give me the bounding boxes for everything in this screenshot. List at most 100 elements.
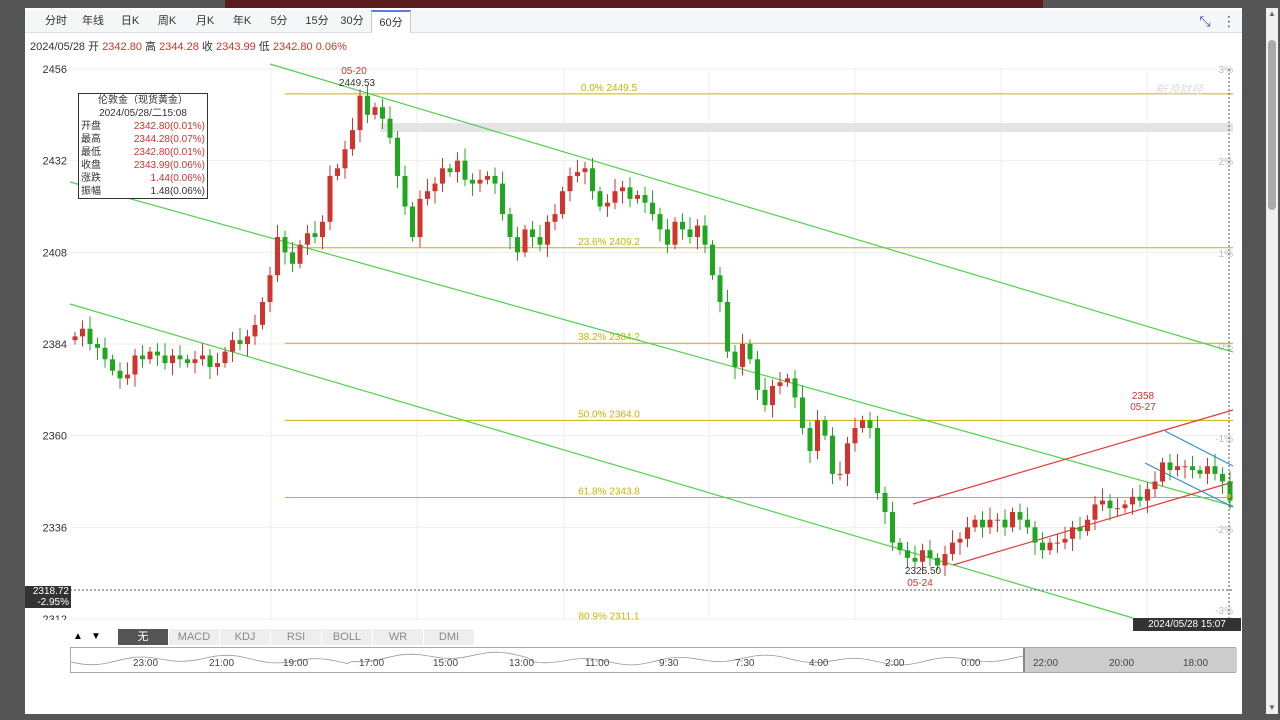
top-background bbox=[0, 0, 1280, 8]
indicator-6[interactable]: WR bbox=[373, 629, 424, 645]
indicator-7[interactable]: DMI bbox=[424, 629, 475, 645]
fib-level-label: 80.9% 2311.1 bbox=[579, 611, 640, 620]
indicator-1[interactable]: 无 bbox=[118, 629, 169, 645]
tooltip-row: 振幅 1.48(0.06%) bbox=[79, 185, 207, 198]
candle bbox=[522, 224, 528, 257]
navigator-time-label: 21:00 bbox=[209, 658, 235, 669]
tooltip-key: 开盘 bbox=[81, 121, 101, 132]
candle bbox=[237, 327, 243, 351]
tooltip-value: 2342.80(0.01%) bbox=[133, 147, 205, 158]
high-price-label: 2449.53 bbox=[339, 78, 376, 89]
tooltip-row: 最低 2342.80(0.01%) bbox=[79, 146, 207, 159]
scroll-up-icon[interactable]: ▲ bbox=[1266, 8, 1278, 20]
candle bbox=[1092, 496, 1098, 531]
candle bbox=[117, 362, 123, 389]
navigator-time-label: 2:00 bbox=[885, 658, 905, 669]
candle bbox=[1085, 515, 1090, 536]
indicator-2[interactable]: MACD bbox=[169, 629, 220, 645]
candle bbox=[537, 224, 543, 252]
candle bbox=[860, 415, 865, 433]
navigator-time-label: 4:00 bbox=[809, 658, 829, 669]
banner-strip bbox=[225, 0, 1043, 8]
candle bbox=[710, 240, 715, 280]
navigator-time-label: 22:00 bbox=[1033, 658, 1059, 669]
navigator-time-label: 0:00 bbox=[961, 658, 981, 669]
y-tick-label: 2432 bbox=[43, 156, 67, 168]
low-date-label: 05-24 bbox=[907, 578, 933, 589]
candle bbox=[927, 539, 933, 567]
y-tick-label: 2408 bbox=[43, 247, 67, 259]
candle bbox=[687, 217, 693, 244]
candle bbox=[1137, 484, 1143, 508]
zoom-down-arrow-icon[interactable]: ▼ bbox=[88, 629, 104, 645]
candle bbox=[980, 511, 985, 538]
candle bbox=[770, 379, 775, 418]
candle bbox=[1002, 509, 1008, 536]
high-date-label: 05-20 bbox=[341, 66, 367, 77]
indicator-5[interactable]: BOLL bbox=[322, 629, 373, 645]
cursor-time-tag: 2024/05/28 15:07 bbox=[1133, 618, 1241, 631]
candle bbox=[590, 157, 595, 200]
ohlc-tooltip: 伦敦金（现货黄金） 2024/05/28/二15:08 开盘 2342.80(0.… bbox=[78, 93, 208, 199]
candle bbox=[530, 221, 535, 248]
pct-tick-label: 2% bbox=[1219, 157, 1234, 168]
candle bbox=[680, 213, 685, 240]
fib-level-label: 23.6% 2409.2 bbox=[578, 237, 640, 248]
candle bbox=[312, 221, 318, 244]
indicator-3[interactable]: KDJ bbox=[220, 629, 271, 645]
candle bbox=[275, 224, 280, 282]
pct-tick-label: -1% bbox=[1215, 434, 1233, 445]
candle bbox=[1100, 488, 1105, 511]
tooltip-key: 振幅 bbox=[81, 186, 101, 197]
pct-tick-label: 3% bbox=[1219, 65, 1234, 76]
zoom-up-arrow-icon[interactable]: ▲ bbox=[70, 629, 86, 645]
candle bbox=[732, 345, 738, 380]
candle bbox=[800, 385, 805, 435]
candle bbox=[132, 348, 138, 387]
cursor-pct: -2.95% bbox=[37, 597, 69, 608]
candle bbox=[470, 173, 475, 196]
candle bbox=[815, 410, 820, 460]
pct-tick-label: -2% bbox=[1215, 525, 1233, 536]
x-tick-label: 2024/5/24 bbox=[833, 619, 882, 620]
candle bbox=[995, 513, 1000, 532]
candle bbox=[185, 354, 190, 368]
x-tick-label: 2024/5/18 bbox=[250, 619, 299, 620]
candle bbox=[777, 371, 783, 395]
candle bbox=[215, 352, 220, 376]
candle bbox=[867, 411, 873, 439]
navigator-time-label: 11:00 bbox=[585, 658, 610, 669]
scroll-down-icon[interactable]: ▼ bbox=[1266, 702, 1278, 714]
candle bbox=[140, 345, 145, 368]
fib-level-label: 61.8% 2343.8 bbox=[578, 487, 640, 498]
candle bbox=[155, 343, 160, 366]
low-price-label: 2325.50 bbox=[905, 566, 942, 577]
candle bbox=[1062, 526, 1068, 550]
candle bbox=[560, 186, 565, 219]
mark-date-label: 05-27 bbox=[1130, 402, 1156, 413]
candle bbox=[282, 230, 288, 265]
x-tick-label: 2024/5/23 bbox=[687, 619, 736, 620]
range-navigator[interactable]: 23:00 21:00 19:00 17:00 15:00 13:00 11:00 9:30 7… bbox=[70, 647, 1237, 673]
navigator-time-label: 23:00 bbox=[133, 658, 159, 669]
candle bbox=[245, 329, 250, 357]
tooltip-row: 收盘 2343.99(0.06%) bbox=[79, 159, 207, 172]
candle bbox=[1070, 520, 1075, 552]
candle bbox=[170, 348, 175, 376]
candle bbox=[320, 215, 325, 250]
candle bbox=[200, 343, 205, 366]
scrollbar-thumb[interactable] bbox=[1268, 40, 1276, 210]
indicator-4[interactable]: RSI bbox=[271, 629, 322, 645]
cursor-dot bbox=[1227, 494, 1231, 498]
fib-level-label: 0.0% 2449.5 bbox=[581, 83, 638, 94]
candle bbox=[357, 89, 363, 143]
candle bbox=[612, 179, 618, 210]
candle bbox=[1197, 465, 1203, 479]
candle bbox=[852, 417, 858, 452]
tooltip-row: 最高 2344.28(0.07%) bbox=[79, 133, 207, 146]
candle bbox=[755, 350, 760, 401]
candle bbox=[387, 106, 393, 145]
candle bbox=[807, 421, 813, 464]
candle bbox=[455, 152, 460, 183]
candle bbox=[492, 167, 498, 194]
